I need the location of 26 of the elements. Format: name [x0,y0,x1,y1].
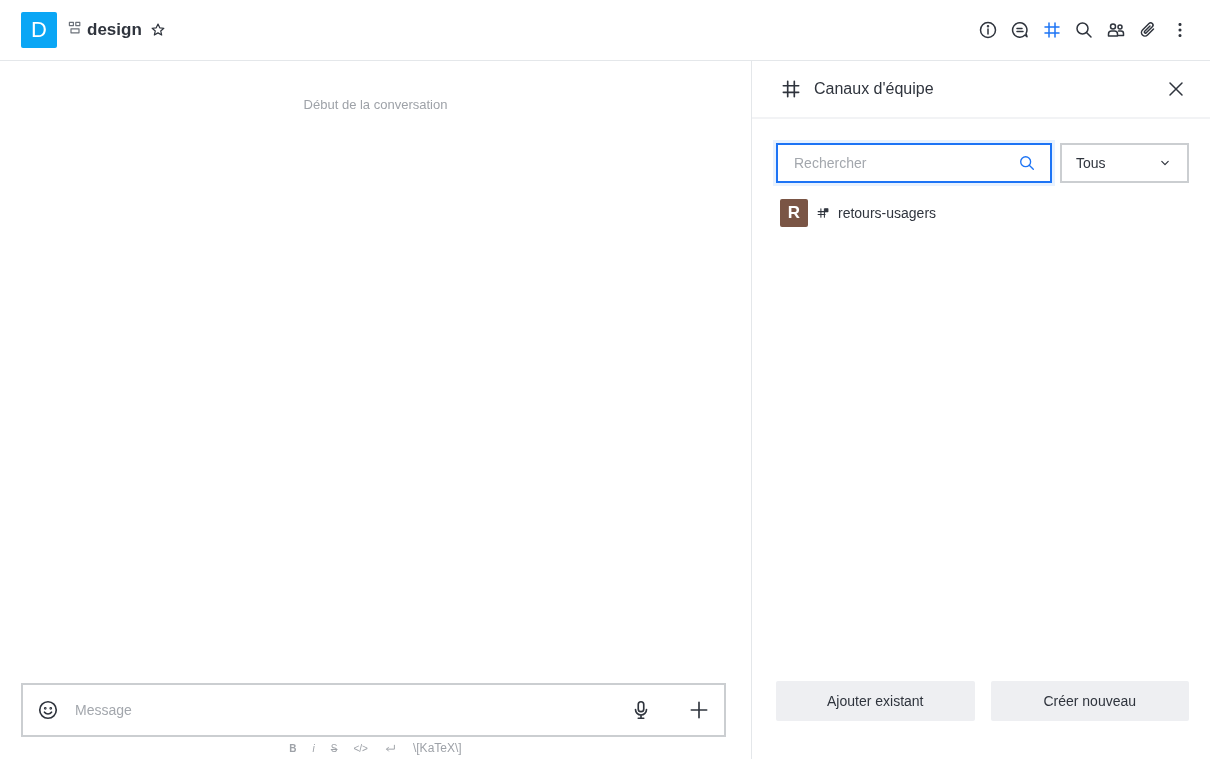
panel-button[interactable]: Créer nouveau [990,681,1189,721]
star-icon [149,22,166,38]
katex-format-button[interactable]: \[KaTeX\] [412,741,462,755]
plus-icon [688,699,710,721]
channel-name[interactable]: retours-usagers [838,205,937,221]
code-format-button[interactable]: </> [353,742,368,754]
channel-avatar: R [780,199,808,227]
message-composer[interactable]: Message [21,683,726,737]
bold-format-button[interactable]: B [289,742,297,754]
room-name: design [87,20,142,40]
filter-dropdown[interactable]: Tous [1060,143,1189,183]
emoji-icon [37,699,59,721]
hash-icon [780,78,802,100]
panel-button[interactable]: Ajouter existant [776,681,975,721]
favorite-star-icon[interactable] [149,22,166,38]
close-icon [1166,79,1186,99]
conversation-start-label: Début de la conversation [302,97,449,112]
room-avatar: D [21,12,57,48]
panel-title: Canaux d'équipe [814,80,935,98]
search-icon [1018,154,1036,172]
team-icon [67,20,83,36]
strike-format-button[interactable]: S [330,742,338,754]
close-button[interactable] [1166,79,1186,99]
italic-format-button[interactable]: i [312,742,315,754]
hash-lock-icon [816,206,830,220]
search-field[interactable]: Rechercher [776,143,1052,183]
